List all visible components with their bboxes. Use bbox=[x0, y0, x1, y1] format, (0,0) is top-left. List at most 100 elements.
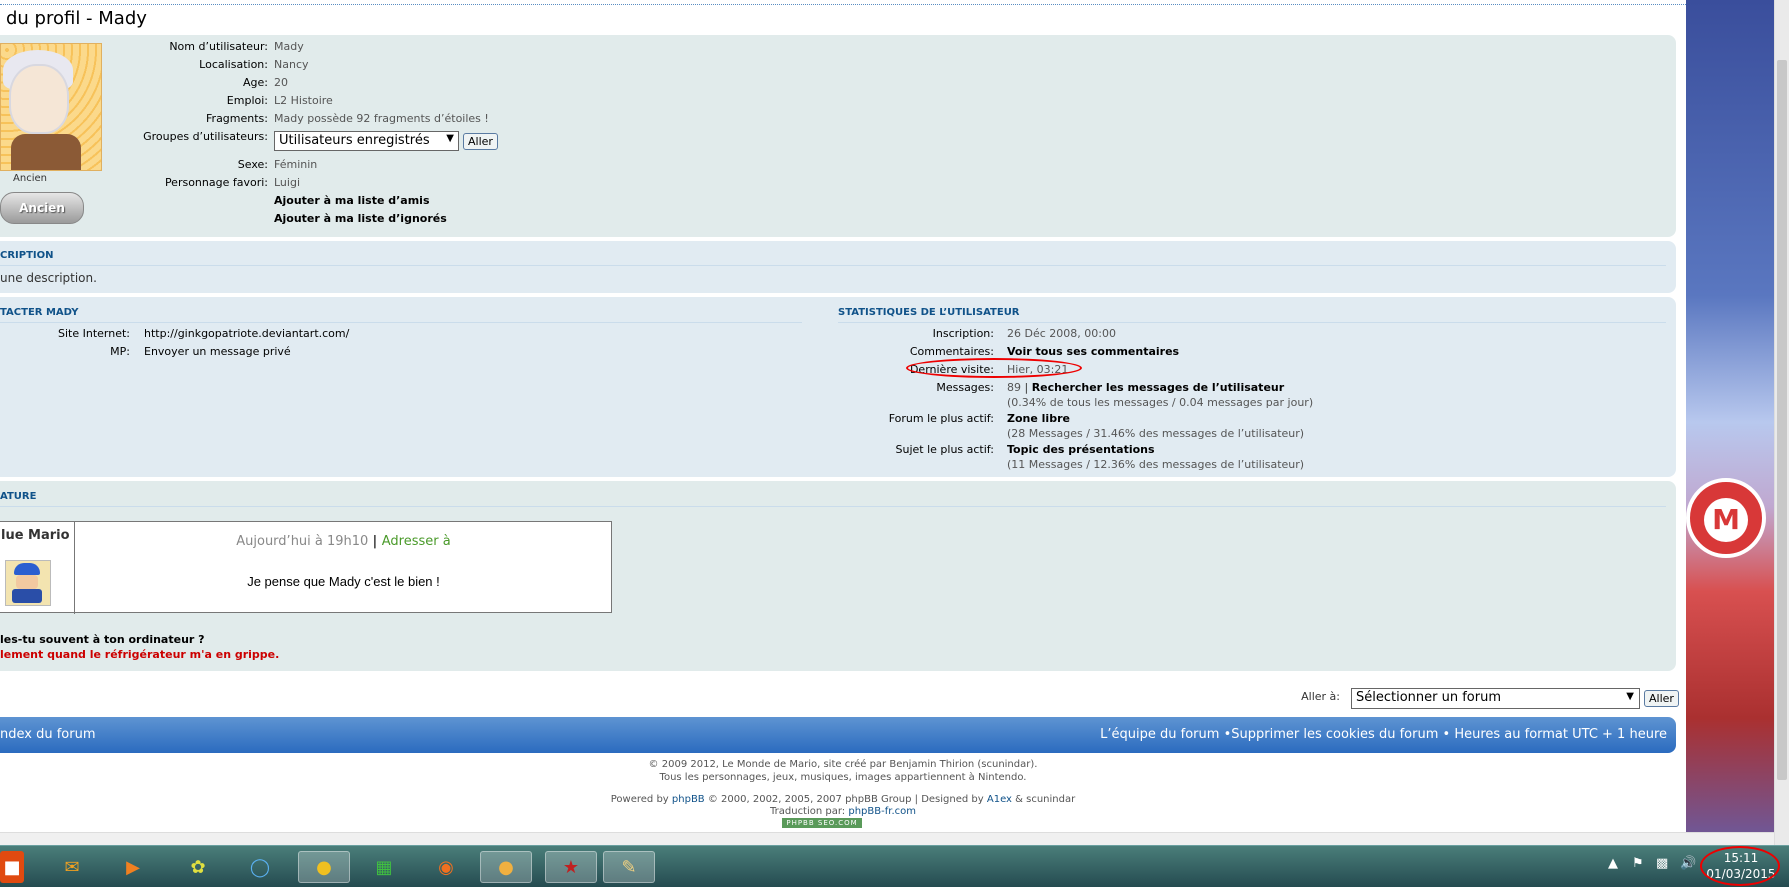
page-background-art: M bbox=[1686, 0, 1774, 845]
flag-icon[interactable]: ⚑ bbox=[1632, 856, 1644, 871]
contact-stats-panel: TACTER MADY Site Internet: http://ginkgo… bbox=[0, 297, 1676, 477]
phpbb-fr-link[interactable]: phpBB-fr.com bbox=[848, 806, 916, 817]
windows-taskbar: ■ ✉ ▶ ✿ ◯ ● ▦ ◉ ● ★ ✎ ▲ ⚑ ▩ 🔊 bbox=[0, 845, 1789, 887]
messages-separator: | bbox=[1024, 381, 1032, 394]
red-highlight-circle bbox=[906, 358, 1082, 378]
forum-jump-go-button[interactable]: Aller bbox=[1644, 690, 1679, 707]
designer-link[interactable]: A1ex bbox=[987, 794, 1012, 805]
forum-index-link[interactable]: ndex du forum bbox=[0, 727, 96, 742]
field-label-job: Emploi: bbox=[226, 94, 268, 107]
favorite-character-label: Personnage favori: bbox=[164, 176, 268, 189]
messages-detail: (0.34% de tous les messages / 0.04 messa… bbox=[1007, 396, 1314, 409]
avatar-body bbox=[12, 589, 42, 603]
red-highlight-circle-clock bbox=[1700, 846, 1780, 886]
footer-powered: Powered by phpBB © 2000, 2002, 2005, 200… bbox=[0, 794, 1686, 805]
post-author-column: lue Mario bbox=[0, 522, 75, 614]
website-link[interactable]: http://ginkgopatriote.deviantart.com/ bbox=[144, 327, 349, 340]
active-forum-link[interactable]: Zone libre bbox=[1007, 412, 1070, 425]
sexe-label: Sexe: bbox=[237, 158, 268, 171]
field-value-location: Nancy bbox=[274, 58, 309, 71]
store-icon[interactable]: ▦ bbox=[364, 851, 404, 883]
scrollbar-thumb[interactable] bbox=[1777, 60, 1787, 780]
timezone-text: Heures au format UTC + 1 heure bbox=[1454, 727, 1667, 742]
active-forum-detail: (28 Messages / 31.46% des messages de l’… bbox=[1007, 427, 1305, 440]
app-red-icon[interactable]: ★ bbox=[545, 851, 597, 883]
show-hidden-icons[interactable]: ▲ bbox=[1608, 856, 1618, 871]
active-topic-link[interactable]: Topic des présentations bbox=[1007, 443, 1155, 456]
messages-count: 89 bbox=[1007, 381, 1021, 394]
post-header: Aujourd’hui à 19h10 | Adresser à bbox=[76, 534, 611, 549]
media-player-icon[interactable]: ▶ bbox=[113, 851, 153, 883]
signature-heading: ATURE bbox=[0, 491, 37, 502]
field-label-location: Localisation: bbox=[199, 58, 268, 71]
messages-row: 89 | Rechercher les messages de l’utilis… bbox=[1007, 381, 1284, 394]
groups-select[interactable]: Utilisateurs enregistrés ▼ bbox=[274, 131, 459, 151]
office-icon[interactable]: ■ bbox=[0, 851, 24, 883]
post-header-separator: | bbox=[372, 534, 382, 549]
jump-label: Aller à: bbox=[1301, 690, 1340, 703]
active-topic-label: Sujet le plus actif: bbox=[895, 443, 995, 456]
rank-badge: Ancien bbox=[0, 192, 84, 224]
outlook-icon[interactable]: ✉ bbox=[52, 851, 92, 883]
post-author-name[interactable]: lue Mario bbox=[1, 528, 70, 543]
firefox-icon[interactable]: ◉ bbox=[426, 851, 466, 883]
phpbb-link[interactable]: phpBB bbox=[672, 794, 705, 805]
bottom-navbar: ndex du forum L’équipe du forum • Supprim… bbox=[0, 717, 1676, 753]
photos-icon[interactable]: ✿ bbox=[178, 851, 218, 883]
reply-to-link[interactable]: Adresser à bbox=[382, 534, 451, 549]
post-text: Je pense que Mady c'est le bien ! bbox=[247, 574, 440, 589]
mario-emblem: M bbox=[1704, 498, 1748, 542]
chevron-down-icon: ▼ bbox=[446, 133, 454, 144]
bullet-separator: • bbox=[1442, 727, 1455, 742]
description-panel: CRIPTION une description. bbox=[0, 241, 1676, 293]
stats-heading: STATISTIQUES DE L’UTILISATEUR bbox=[838, 307, 1020, 318]
sexe-value: Féminin bbox=[274, 158, 318, 171]
pm-link[interactable]: Envoyer un message privé bbox=[144, 345, 291, 358]
inscription-value: 26 Déc 2008, 00:00 bbox=[1007, 327, 1116, 340]
search-messages-link[interactable]: Rechercher les messages de l’utilisateur bbox=[1032, 381, 1284, 394]
post-author-avatar bbox=[5, 560, 51, 606]
messages-label: Messages: bbox=[936, 381, 994, 394]
footer-translation: Traduction par: phpBB-fr.com bbox=[0, 806, 1686, 817]
delete-cookies-link[interactable]: Supprimer les cookies du forum bbox=[1231, 727, 1438, 742]
rank-label: Ancien bbox=[13, 173, 47, 184]
designer-suffix: & scunindar bbox=[1015, 794, 1076, 805]
post-date: Aujourd’hui à 19h10 bbox=[236, 534, 369, 549]
add-friend-link[interactable]: Ajouter à ma liste d’amis bbox=[274, 194, 430, 207]
team-link[interactable]: L’équipe du forum bbox=[1100, 727, 1219, 742]
field-label-username: Nom d’utilisateur: bbox=[169, 40, 268, 53]
add-ignored-link[interactable]: Ajouter à ma liste d’ignorés bbox=[274, 212, 447, 225]
field-label-fragments: Fragments: bbox=[206, 112, 268, 125]
network-icon[interactable]: ▩ bbox=[1656, 856, 1668, 871]
website-label: Site Internet: bbox=[58, 327, 130, 340]
horizontal-scrollbar[interactable] bbox=[0, 832, 1774, 845]
stats-divider bbox=[838, 322, 1666, 323]
avatar-cap bbox=[14, 563, 40, 575]
avatar-face bbox=[9, 64, 69, 134]
phpbb-seo-badge[interactable]: PHPBB SEO.COM bbox=[782, 818, 862, 828]
comments-label: Commentaires: bbox=[909, 345, 994, 358]
avatar-body bbox=[11, 134, 81, 170]
paint-icon[interactable]: ✎ bbox=[603, 851, 655, 883]
top-dotted-divider bbox=[0, 4, 1686, 5]
chrome-canary-icon[interactable]: ● bbox=[480, 851, 532, 883]
active-topic-detail: (11 Messages / 12.36% des messages de l’… bbox=[1007, 458, 1305, 471]
comments-link[interactable]: Voir tous ses commentaires bbox=[1007, 345, 1179, 358]
chrome-icon[interactable]: ● bbox=[298, 851, 350, 883]
footer-nintendo: Tous les personnages, jeux, musiques, im… bbox=[659, 772, 1027, 783]
mario-cap-art: M bbox=[1686, 478, 1766, 558]
volume-icon[interactable]: 🔊 bbox=[1680, 856, 1696, 871]
speedtest-icon[interactable]: ◯ bbox=[240, 851, 280, 883]
description-divider bbox=[0, 265, 1666, 266]
signature-post-box: lue Mario Aujourd’hui à 19h10 | Adresser… bbox=[0, 521, 612, 614]
contact-heading: TACTER MADY bbox=[0, 307, 79, 318]
vertical-scrollbar[interactable] bbox=[1774, 0, 1789, 845]
forum-jump-select[interactable]: Sélectionner un forum ▼ bbox=[1351, 688, 1640, 709]
field-value-age: 20 bbox=[274, 76, 288, 89]
groups-go-button[interactable]: Aller bbox=[463, 133, 498, 150]
browser-viewport: du profil - Mady Ancien Ancien Nom d’uti… bbox=[0, 0, 1686, 832]
description-text: une description. bbox=[0, 271, 97, 285]
user-avatar bbox=[0, 43, 102, 171]
contact-divider bbox=[0, 322, 802, 323]
inscription-label: Inscription: bbox=[932, 327, 994, 340]
